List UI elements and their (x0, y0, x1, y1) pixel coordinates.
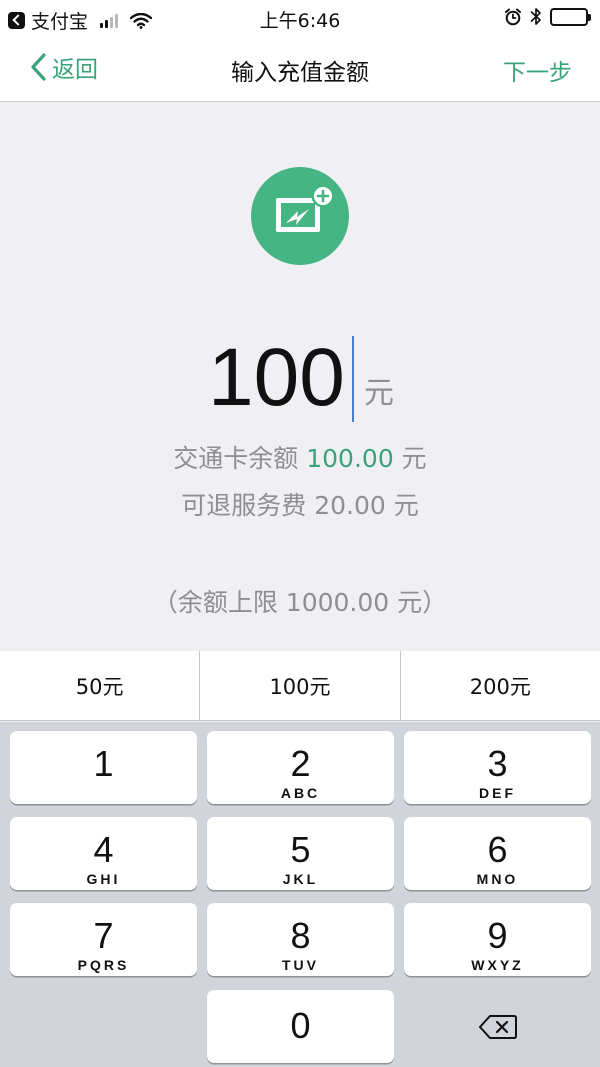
key-digit: 0 (290, 1005, 311, 1046)
alarm-icon (505, 8, 521, 25)
balance-value: 100.00 (306, 444, 394, 473)
amount-row: 100 元 (0, 328, 600, 428)
backspace-icon (478, 1014, 517, 1039)
key-digit: 8 (290, 915, 311, 956)
key-letters: GHI (86, 871, 121, 887)
backspace-button[interactable] (404, 990, 591, 1063)
key-letters: WXYZ (471, 957, 524, 973)
navigation-bar: 返回 输入充值金额 下一步 (0, 34, 600, 102)
amount-unit: 元 (364, 376, 394, 411)
numeric-keypad: 1 2 ABC 3 DEF 4 GHI 5 JKL 6 MNO 7 PQRS 8… (0, 722, 600, 1067)
key-5[interactable]: 5 JKL (207, 817, 394, 890)
key-8[interactable]: 8 TUV (207, 903, 394, 976)
card-add-icon (251, 167, 349, 265)
key-letters: PQRS (77, 957, 130, 973)
key-digit: 2 (290, 743, 311, 784)
key-3[interactable]: 3 DEF (404, 731, 591, 804)
key-digit: 6 (487, 829, 508, 870)
key-letters: MNO (476, 871, 519, 887)
main-content: 100 元 交通卡余额 100.00 元 可退服务费 20.00 元 （余额上限… (0, 103, 600, 651)
quick-amount-200[interactable]: 200元 (401, 651, 600, 720)
key-9[interactable]: 9 WXYZ (404, 903, 591, 976)
key-digit: 9 (487, 915, 508, 956)
key-6[interactable]: 6 MNO (404, 817, 591, 890)
quick-amount-bar: 50元 100元 200元 (0, 651, 600, 721)
key-letters: TUV (282, 957, 319, 973)
key-digit: 5 (290, 829, 311, 870)
card-balance: 交通卡余额 100.00 元 (0, 439, 600, 475)
key-digit: 4 (93, 829, 114, 870)
key-1[interactable]: 1 (10, 731, 197, 804)
quick-amount-100[interactable]: 100元 (200, 651, 401, 720)
quick-amount-50[interactable]: 50元 (0, 651, 201, 720)
key-letters: JKL (282, 871, 319, 887)
next-step-button[interactable]: 下一步 (503, 53, 572, 87)
key-0[interactable]: 0 (207, 990, 394, 1063)
key-4[interactable]: 4 GHI (10, 817, 197, 890)
battery-icon (550, 7, 591, 26)
balance-unit: 元 (393, 444, 427, 473)
key-digit: 1 (93, 743, 114, 784)
bluetooth-icon (530, 8, 541, 25)
key-digit: 3 (487, 743, 508, 784)
key-letters: DEF (479, 785, 516, 801)
amount-input[interactable]: 100 (208, 328, 345, 428)
key-letters: ABC (280, 785, 321, 801)
text-caret (352, 336, 354, 422)
refundable-service-fee: 可退服务费 20.00 元 (181, 491, 419, 520)
status-bar-right (504, 7, 591, 26)
status-bar: 支付宝 上午6:46 (0, 0, 600, 34)
key-digit: 7 (93, 915, 114, 956)
balance-label: 交通卡余额 (173, 444, 307, 473)
balance-limit: （余额上限 1000.00 元） (152, 588, 448, 617)
key-7[interactable]: 7 PQRS (10, 903, 197, 976)
key-2[interactable]: 2 ABC (207, 731, 394, 804)
